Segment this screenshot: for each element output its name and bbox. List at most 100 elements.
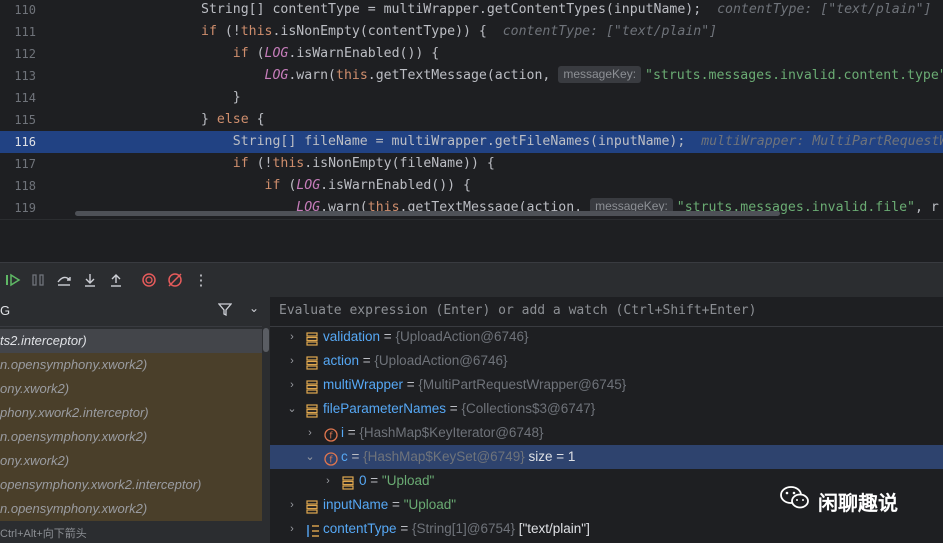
code-line[interactable]: 111 if (!this.isNonEmpty(contentType)) { … [0, 21, 943, 43]
variable-text: c = {HashMap$KeySet@6749} size = 1 [341, 445, 575, 469]
variable-name: multiWrapper [323, 377, 404, 392]
stack-frame-item[interactable]: n.opensymphony.xwork2) [0, 353, 262, 377]
code-text: if (LOG.isWarnEnabled()) { [201, 175, 471, 197]
variable-text: 0 = "Upload" [359, 469, 434, 493]
code-token: .isNonEmpty(fileName)) { [304, 156, 495, 171]
code-line[interactable]: 116 String[] fileName = multiWrapper.get… [0, 131, 943, 153]
editor-bottom-area [0, 219, 943, 263]
equals-sign: = [344, 425, 360, 440]
filter-icon[interactable] [217, 302, 233, 321]
expand-arrow-icon[interactable]: › [286, 373, 298, 397]
code-text: if (LOG.isWarnEnabled()) { [201, 43, 439, 65]
evaluate-expression-input[interactable]: Evaluate expression (Enter) or add a wat… [270, 297, 943, 327]
wechat-icon [780, 485, 810, 517]
variable-row[interactable]: ⌄ fileParameterNames = {Collections$3@674… [270, 397, 943, 421]
expand-arrow-icon[interactable]: › [322, 469, 334, 493]
code-token: this [272, 156, 305, 171]
equals-sign: = [446, 401, 462, 416]
variable-row[interactable]: ⌄ f c = {HashMap$KeySet@6749} size = 1 [270, 445, 943, 469]
expand-arrow-icon[interactable]: › [286, 493, 298, 517]
line-number: 113 [14, 69, 36, 83]
variable-text: validation = {UploadAction@6746} [323, 325, 529, 349]
code-text: if (!this.isNonEmpty(fileName)) { [201, 153, 495, 175]
collapse-arrow-icon[interactable]: ⌄ [304, 445, 316, 469]
code-token: String[] contentType = multiWrapper.getC… [201, 2, 718, 17]
expand-arrow-icon[interactable]: › [286, 517, 298, 541]
inline-value-hint: multiWrapper: MultiPartRequestWrapper@67… [701, 134, 943, 149]
line-number: 117 [14, 157, 36, 171]
step-into-icon[interactable] [79, 269, 101, 291]
code-line[interactable]: 115} else { [0, 109, 943, 131]
stack-frame-item[interactable]: phony.xwork2.interceptor) [0, 401, 262, 425]
more-icon[interactable]: ⋮ [190, 269, 212, 291]
code-text: } [201, 87, 241, 109]
resume-icon[interactable] [2, 269, 24, 291]
variable-row[interactable]: › validation = {UploadAction@6746} [270, 325, 943, 349]
expand-arrow-icon[interactable]: › [286, 325, 298, 349]
code-token: ( [280, 178, 297, 193]
variable-row[interactable]: › action = {UploadAction@6746} [270, 349, 943, 373]
code-token: .warn( [288, 68, 336, 83]
stack-frame-item[interactable]: n.opensymphony.xwork2) [0, 497, 262, 521]
variable-type-value: {Collections$3@6747} [461, 401, 596, 416]
stack-frame-item[interactable]: ony.xwork2) [0, 449, 262, 473]
variable-type-value: {MultiPartRequestWrapper@6745} [418, 377, 627, 392]
code-line[interactable]: 114 } [0, 87, 943, 109]
line-number: 118 [14, 179, 36, 193]
svg-text:f: f [329, 432, 333, 442]
stop-icon[interactable] [138, 269, 160, 291]
stack-frame-item[interactable]: ony.xwork2) [0, 377, 262, 401]
step-over-icon[interactable] [53, 269, 75, 291]
variable-text: contentType = {String[1]@6754} ["text/pl… [323, 517, 590, 541]
variable-text: fileParameterNames = {Collections$3@6747… [323, 397, 595, 421]
code-text: LOG.warn(this.getTextMessage(action, mes… [201, 65, 943, 87]
expand-arrow-icon[interactable]: › [286, 349, 298, 373]
code-line[interactable]: 113 LOG.warn(this.getTextMessage(action,… [0, 65, 943, 87]
code-token: , r [914, 200, 939, 215]
chevron-down-icon[interactable]: ⌄ [249, 301, 259, 315]
step-out-icon[interactable] [105, 269, 127, 291]
code-line[interactable]: 110 String[] contentType = multiWrapper.g… [0, 0, 943, 21]
variable-string-value: "Upload" [403, 497, 457, 512]
frames-scrollbar[interactable] [262, 326, 270, 543]
code-token: .isWarnEnabled()) { [320, 178, 471, 193]
code-line[interactable]: 112 if (LOG.isWarnEnabled()) { [0, 43, 943, 65]
collapse-arrow-icon[interactable]: ⌄ [286, 397, 298, 421]
code-token: "struts.messages.invalid.content.type" [645, 68, 943, 83]
variable-name: contentType [323, 521, 397, 536]
stack-frame-item[interactable]: n.opensymphony.xwork2) [0, 425, 262, 449]
line-number: 116 [14, 135, 36, 149]
array-icon [306, 522, 320, 543]
equals-sign: = [366, 473, 382, 488]
expand-arrow-icon[interactable]: › [304, 421, 316, 445]
code-line[interactable]: 117 if (!this.isNonEmpty(fileName)) { [0, 153, 943, 175]
variable-string-value: "Upload" [381, 473, 435, 488]
pause-icon[interactable] [27, 269, 49, 291]
variable-row[interactable]: › f i = {HashMap$KeyIterator@6748} [270, 421, 943, 445]
mute-breakpoints-icon[interactable] [164, 269, 186, 291]
stack-frame-item[interactable]: opensymphony.xwork2.interceptor) [0, 473, 262, 497]
equals-sign: = [347, 449, 364, 464]
evaluate-placeholder: Evaluate expression (Enter) or add a wat… [279, 303, 757, 318]
stack-frame-item[interactable]: ts2.interceptor) [0, 329, 262, 353]
code-token: .isNonEmpty(contentType)) { [272, 24, 503, 39]
line-number: 110 [14, 3, 36, 17]
code-token: } [201, 90, 241, 105]
code-editor[interactable]: 110 String[] contentType = multiWrapper.g… [0, 0, 943, 219]
frames-scroll-thumb[interactable] [263, 328, 269, 352]
editor-horizontal-scrollbar[interactable] [75, 211, 780, 216]
variable-type-value: {String[1]@6754} [411, 521, 515, 536]
line-number: 119 [14, 201, 36, 215]
frames-footer-hint: Ctrl+Alt+向下箭头 [0, 528, 87, 540]
variable-row[interactable]: › contentType = {String[1]@6754} ["text/p… [270, 517, 943, 541]
parameter-hint: messageKey: [558, 66, 642, 83]
variable-name: inputName [323, 497, 389, 512]
variable-type-value: {UploadAction@6746} [395, 329, 529, 344]
code-line[interactable]: 118 if (LOG.isWarnEnabled()) { [0, 175, 943, 197]
svg-text:f: f [329, 456, 333, 466]
variable-row[interactable]: › multiWrapper = {MultiPartRequestWrapper… [270, 373, 943, 397]
line-number: 114 [14, 91, 36, 105]
